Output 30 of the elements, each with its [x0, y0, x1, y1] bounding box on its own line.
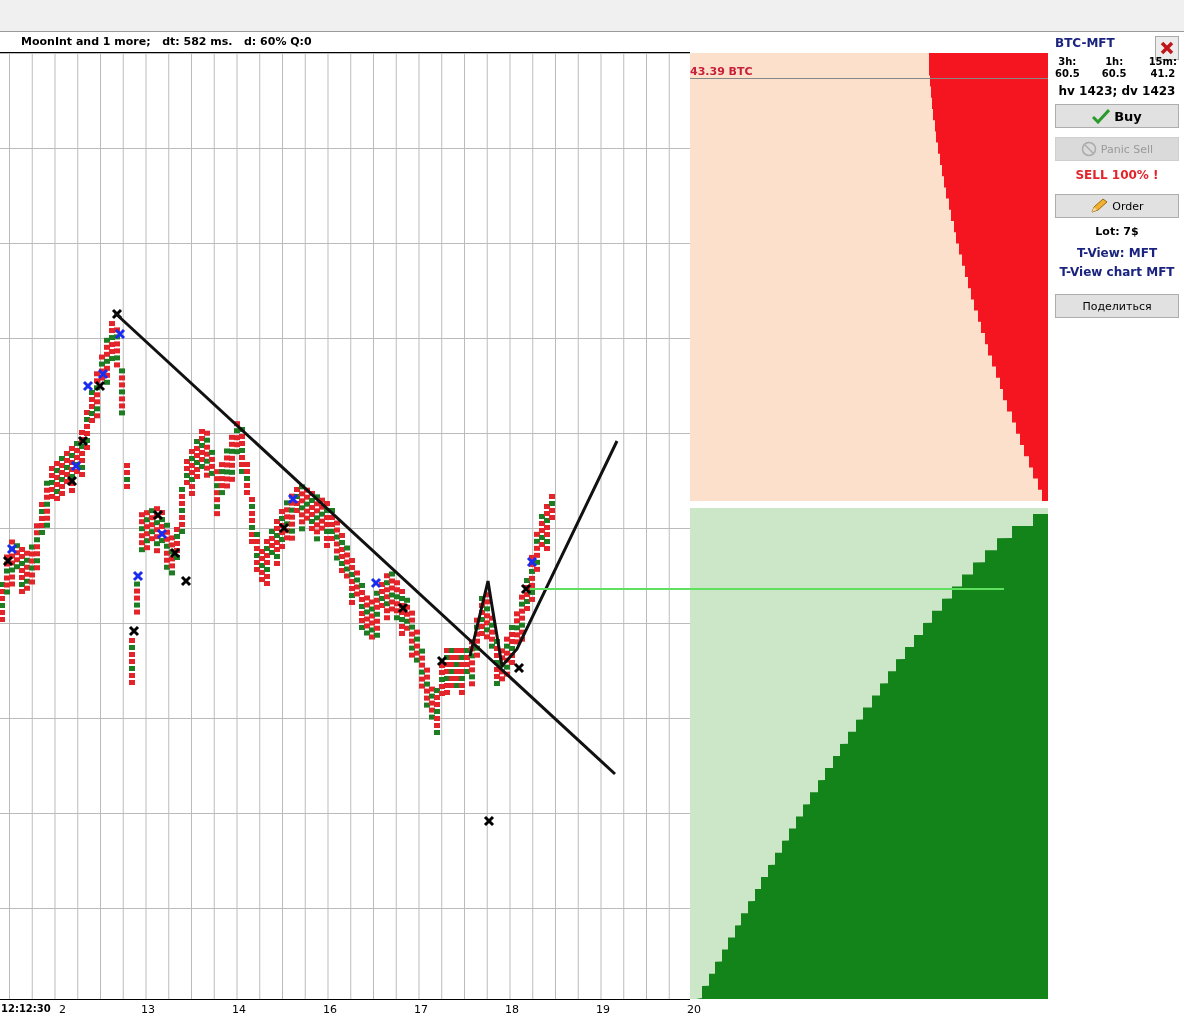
axis-label: 20 [687, 1002, 701, 1016]
axis-label: 19 [596, 1002, 610, 1016]
axis-label: 18 [505, 1002, 519, 1016]
stat-value: 41.2 [1150, 68, 1176, 80]
stat-label: 1h: [1105, 56, 1124, 68]
axis-label: 13 [141, 1002, 155, 1016]
stat-label: 3h: [1058, 56, 1077, 68]
ask-volume-label: 43.39 BTC [690, 64, 753, 78]
pencil-icon [1090, 198, 1109, 214]
order-button[interactable]: Order [1055, 194, 1179, 218]
lot-size: Lot: 7$ [1094, 225, 1140, 238]
axis-label: 14 [232, 1002, 246, 1016]
tradingview-link[interactable]: T-View: MFT [1055, 246, 1179, 260]
chart-status-text: MoonInt and 1 more; dt: 582 ms. d: 60% Q:0 [21, 35, 312, 49]
stat-label: 15m: [1148, 56, 1177, 68]
pair-title: BTC-MFT [1055, 36, 1115, 50]
stat-value: 60.5 [1055, 68, 1080, 80]
axis-label: 16 [323, 1002, 337, 1016]
axis-label: 2 [59, 1002, 66, 1016]
sell-warning: SELL 100% ! [1074, 168, 1160, 182]
checkmark-icon [1092, 108, 1111, 124]
stat-value: 60.5 [1101, 68, 1127, 80]
close-icon [1160, 41, 1174, 55]
axis-label: 17 [414, 1002, 428, 1016]
share-button[interactable]: Поделиться [1055, 294, 1179, 318]
time-label: 12:12:30 [1, 1002, 51, 1014]
prohibited-icon [1080, 141, 1097, 157]
tradingview-link[interactable]: T-View chart MFT [1055, 265, 1179, 279]
volume-text: hv 1423; dv 1423 [1057, 84, 1177, 98]
buy-button[interactable]: Buy [1055, 104, 1179, 128]
